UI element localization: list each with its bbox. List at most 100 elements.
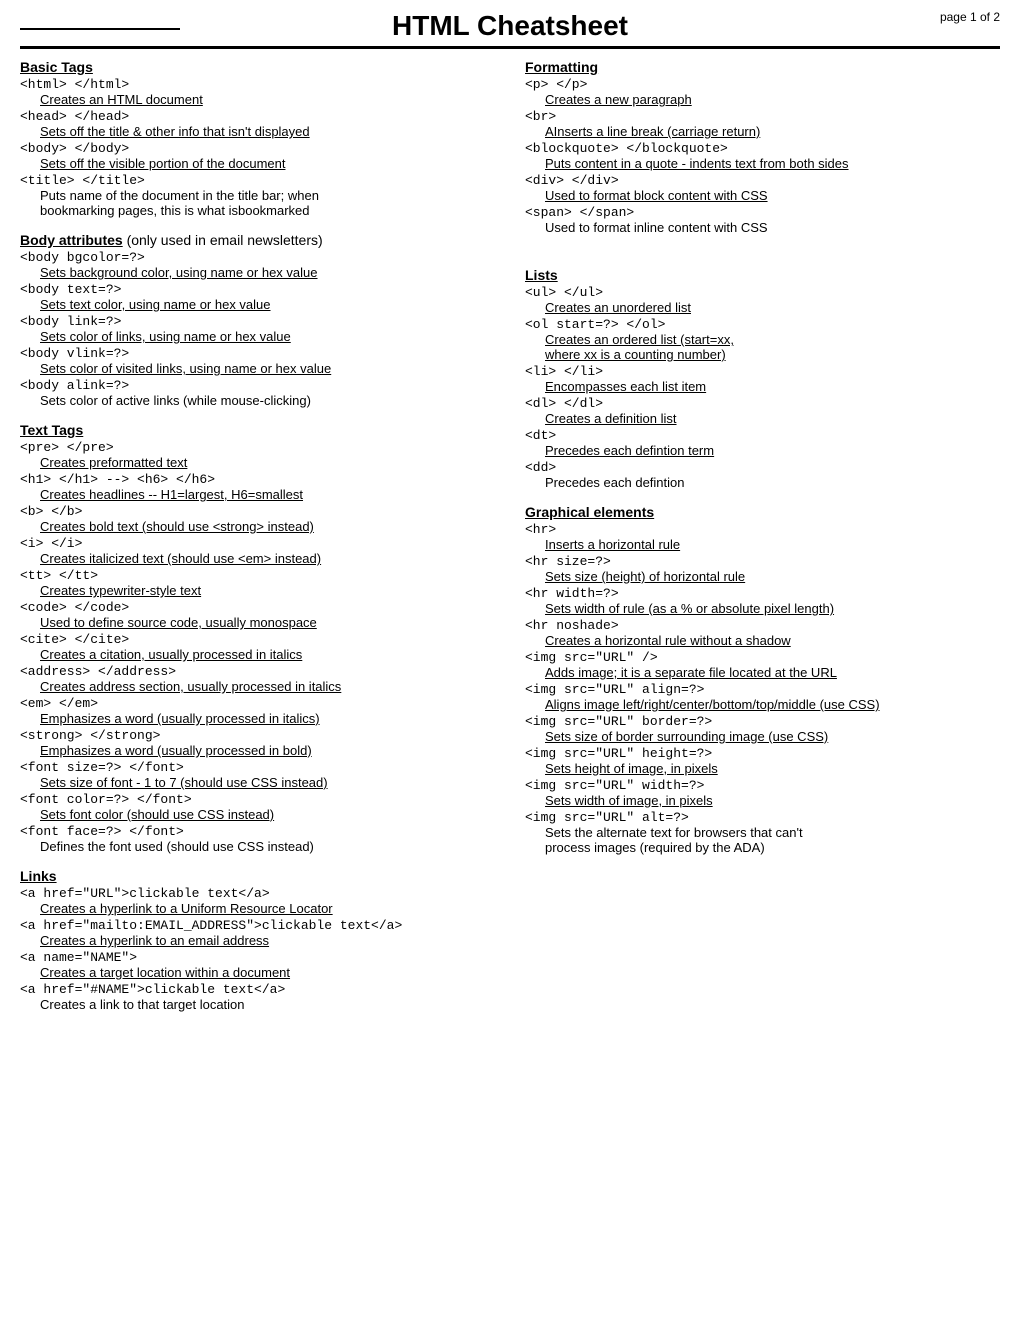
- tag-dt: <dt>: [525, 428, 1000, 443]
- tag-li: <li> </li>: [525, 364, 1000, 379]
- tag-body-link: <body link=?>: [20, 314, 495, 329]
- desc-i: Creates italicized text (should use <em>…: [40, 551, 495, 566]
- tag-head: <head> </head>: [20, 109, 495, 124]
- tag-dd: <dd>: [525, 460, 1000, 475]
- desc-dd: Precedes each defintion: [545, 475, 1000, 490]
- section-formatting: Formatting <p> </p> Creates a new paragr…: [525, 59, 1000, 235]
- tag-headings: <h1> </h1> --> <h6> </h6>: [20, 472, 495, 487]
- tag-ul: <ul> </ul>: [525, 285, 1000, 300]
- desc-font-size: Sets size of font - 1 to 7 (should use C…: [40, 775, 495, 790]
- tag-span: <span> </span>: [525, 205, 1000, 220]
- desc-pre: Creates preformatted text: [40, 455, 495, 470]
- desc-a-hash: Creates a link to that target location: [40, 997, 495, 1012]
- desc-img-alt: Sets the alternate text for browsers tha…: [545, 825, 1000, 855]
- tag-ol: <ol start=?> </ol>: [525, 317, 1000, 332]
- desc-em: Emphasizes a word (usually processed in …: [40, 711, 495, 726]
- tag-dl: <dl> </dl>: [525, 396, 1000, 411]
- tag-body-vlink: <body vlink=?>: [20, 346, 495, 361]
- tag-font-size: <font size=?> </font>: [20, 760, 495, 775]
- desc-font-face: Defines the font used (should use CSS in…: [40, 839, 495, 854]
- desc-blockquote: Puts content in a quote - indents text f…: [545, 156, 1000, 171]
- tag-body: <body> </body>: [20, 141, 495, 156]
- desc-body-vlink: Sets color of visited links, using name …: [40, 361, 495, 376]
- desc-img-align: Aligns image left/right/center/bottom/to…: [545, 697, 1000, 712]
- desc-img-height: Sets height of image, in pixels: [545, 761, 1000, 776]
- desc-body-alink: Sets color of active links (while mouse-…: [40, 393, 495, 408]
- desc-code: Used to define source code, usually mono…: [40, 615, 495, 630]
- desc-body-text: Sets text color, using name or hex value: [40, 297, 495, 312]
- tag-p: <p> </p>: [525, 77, 1000, 92]
- desc-div: Used to format block content with CSS: [545, 188, 1000, 203]
- desc-ul: Creates an unordered list: [545, 300, 1000, 315]
- desc-body-link: Sets color of links, using name or hex v…: [40, 329, 495, 344]
- desc-dl: Creates a definition list: [545, 411, 1000, 426]
- desc-ol: Creates an ordered list (start=xx,where …: [545, 332, 1000, 362]
- tag-i: <i> </i>: [20, 536, 495, 551]
- tag-hr-noshade: <hr noshade>: [525, 618, 1000, 633]
- desc-img-src: Adds image; it is a separate file locate…: [545, 665, 1000, 680]
- tag-font-face: <font face=?> </font>: [20, 824, 495, 839]
- tag-address: <address> </address>: [20, 664, 495, 679]
- tag-a-hash: <a href="#NAME">clickable text</a>: [20, 982, 495, 997]
- tag-font-color: <font color=?> </font>: [20, 792, 495, 807]
- tag-body-text: <body text=?>: [20, 282, 495, 297]
- tag-em: <em> </em>: [20, 696, 495, 711]
- tag-code: <code> </code>: [20, 600, 495, 615]
- section-lists: Lists <ul> </ul> Creates an unordered li…: [525, 267, 1000, 490]
- desc-font-color: Sets font color (should use CSS instead): [40, 807, 495, 822]
- desc-br: AInserts a line break (carriage return): [545, 124, 1000, 139]
- tag-img-width: <img src="URL" width=?>: [525, 778, 1000, 793]
- main-content: Basic Tags <html> </html> Creates an HTM…: [20, 59, 1000, 1026]
- desc-strong: Emphasizes a word (usually processed in …: [40, 743, 495, 758]
- desc-html: Creates an HTML document: [40, 92, 495, 107]
- section-title-formatting: Formatting: [525, 59, 598, 75]
- tag-b: <b> </b>: [20, 504, 495, 519]
- desc-a-mailto: Creates a hyperlink to an email address: [40, 933, 495, 948]
- right-column: Formatting <p> </p> Creates a new paragr…: [525, 59, 1000, 1026]
- desc-a-name: Creates a target location within a docum…: [40, 965, 495, 980]
- desc-title: Puts name of the document in the title b…: [40, 188, 495, 218]
- tag-hr: <hr>: [525, 522, 1000, 537]
- desc-headings: Creates headlines -- H1=largest, H6=smal…: [40, 487, 495, 502]
- desc-tt: Creates typewriter-style text: [40, 583, 495, 598]
- tag-div: <div> </div>: [525, 173, 1000, 188]
- desc-hr-noshade: Creates a horizontal rule without a shad…: [545, 633, 1000, 648]
- desc-bgcolor: Sets background color, using name or hex…: [40, 265, 495, 280]
- section-title-links: Links: [20, 868, 57, 884]
- desc-head: Sets off the title & other info that isn…: [40, 124, 495, 139]
- tag-html: <html> </html>: [20, 77, 495, 92]
- section-title-body-attributes: Body attributes (only used in email news…: [20, 233, 323, 248]
- section-links: Links <a href="URL">clickable text</a> C…: [20, 868, 495, 1012]
- desc-hr: Inserts a horizontal rule: [545, 537, 1000, 552]
- tag-img-height: <img src="URL" height=?>: [525, 746, 1000, 761]
- tag-img-src: <img src="URL" />: [525, 650, 1000, 665]
- header-line: [20, 28, 180, 30]
- section-text-tags: Text Tags <pre> </pre> Creates preformat…: [20, 422, 495, 854]
- tag-tt: <tt> </tt>: [20, 568, 495, 583]
- section-basic-tags: Basic Tags <html> </html> Creates an HTM…: [20, 59, 495, 218]
- page-number: page 1 of 2: [940, 10, 1000, 24]
- page-title: HTML Cheatsheet: [392, 10, 628, 42]
- section-title-lists: Lists: [525, 267, 558, 283]
- tag-hr-size: <hr size=?>: [525, 554, 1000, 569]
- desc-hr-size: Sets size (height) of horizontal rule: [545, 569, 1000, 584]
- desc-b: Creates bold text (should use <strong> i…: [40, 519, 495, 534]
- desc-img-border: Sets size of border surrounding image (u…: [545, 729, 1000, 744]
- tag-strong: <strong> </strong>: [20, 728, 495, 743]
- desc-body: Sets off the visible portion of the docu…: [40, 156, 495, 171]
- section-body-attributes: Body attributes (only used in email news…: [20, 232, 495, 408]
- left-column: Basic Tags <html> </html> Creates an HTM…: [20, 59, 495, 1026]
- tag-br: <br>: [525, 109, 1000, 124]
- desc-img-width: Sets width of image, in pixels: [545, 793, 1000, 808]
- desc-span: Used to format inline content with CSS: [545, 220, 1000, 235]
- desc-address: Creates address section, usually process…: [40, 679, 495, 694]
- section-title-text-tags: Text Tags: [20, 422, 83, 438]
- tag-title: <title> </title>: [20, 173, 495, 188]
- section-graphical-elements: Graphical elements <hr> Inserts a horizo…: [525, 504, 1000, 855]
- tag-a-mailto: <a href="mailto:EMAIL_ADDRESS">clickable…: [20, 918, 495, 933]
- tag-img-align: <img src="URL" align=?>: [525, 682, 1000, 697]
- tag-img-border: <img src="URL" border=?>: [525, 714, 1000, 729]
- desc-a-href: Creates a hyperlink to a Uniform Resourc…: [40, 901, 495, 916]
- section-title-basic-tags: Basic Tags: [20, 59, 93, 75]
- desc-dt: Precedes each defintion term: [545, 443, 1000, 458]
